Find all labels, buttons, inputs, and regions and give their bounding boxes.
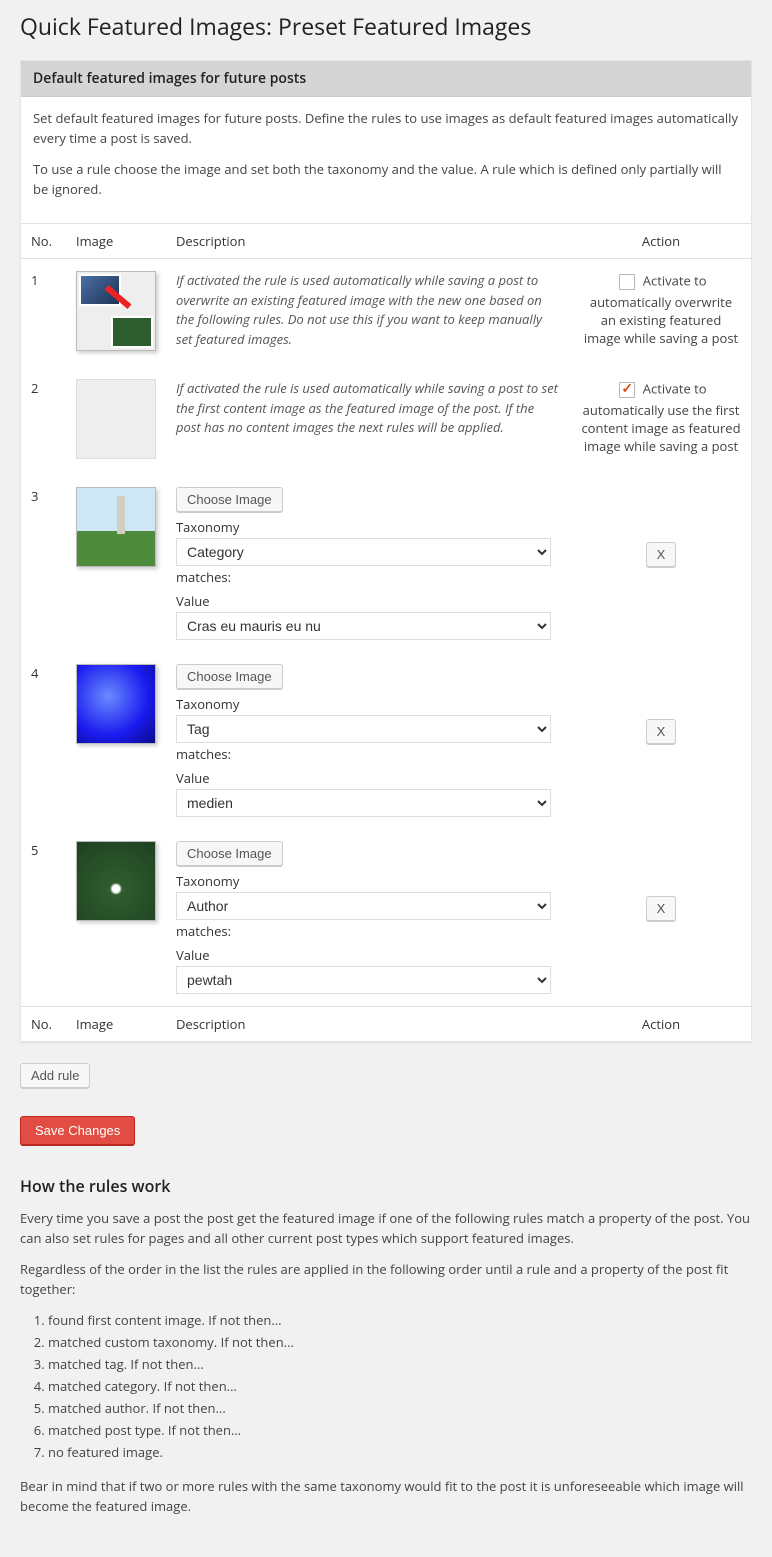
col-description: Description [166,224,571,259]
remove-rule-button[interactable]: X [646,719,677,744]
thumbnail-image [76,841,156,921]
intro-paragraph-1: Set default featured images for future p… [33,109,739,148]
how-rules-heading: How the rules work [20,1175,752,1197]
col-no: No. [21,224,66,259]
rule-description: If activated the rule is used automatica… [166,259,571,368]
list-item: no featured image. [48,1443,752,1461]
overwrite-checkbox[interactable] [619,274,635,290]
rule-description: If activated the rule is used automatica… [166,367,571,475]
value-select[interactable]: pewtah [176,966,551,994]
taxonomy-select[interactable]: Category [176,538,551,566]
thumbnail-overwrite [76,271,156,351]
matches-text: matches: [176,745,561,763]
how-paragraph-3: Bear in mind that if two or more rules w… [20,1477,752,1516]
taxonomy-label: Taxonomy [176,518,561,536]
first-content-checkbox[interactable] [619,382,635,398]
value-select[interactable]: medien [176,789,551,817]
taxonomy-label: Taxonomy [176,695,561,713]
row-number: 4 [21,652,66,829]
list-item: matched category. If not then... [48,1377,752,1395]
overwrite-checkbox-label: Activate to automatically overwrite an e… [584,271,738,347]
add-rule-button[interactable]: Add rule [20,1063,90,1088]
value-label: Value [176,946,561,964]
page-title: Quick Featured Images: Preset Featured I… [0,10,772,42]
list-item: matched author. If not then... [48,1399,752,1417]
rules-table: No. Image Description Action 1 If activa… [21,223,751,1042]
row-number: 2 [21,367,66,475]
col-description-footer: Description [166,1007,571,1042]
choose-image-button[interactable]: Choose Image [176,841,283,866]
choose-image-button[interactable]: Choose Image [176,664,283,689]
list-item: matched post type. If not then... [48,1421,752,1439]
taxonomy-select[interactable]: Author [176,892,551,920]
thumbnail-first-content [76,379,156,459]
panel-header: Default featured images for future posts [21,61,751,97]
col-action: Action [571,224,751,259]
col-image-footer: Image [66,1007,166,1042]
rule-order-list: found first content image. If not then..… [48,1311,752,1461]
value-select[interactable]: Cras eu mauris eu nu [176,612,551,640]
how-paragraph-2: Regardless of the order in the list the … [20,1260,752,1299]
thumbnail-image [76,487,156,567]
taxonomy-select[interactable]: Tag [176,715,551,743]
list-item: matched tag. If not then... [48,1355,752,1373]
how-paragraph-1: Every time you save a post the post get … [20,1209,752,1248]
table-row: 2 If activated the rule is used automati… [21,367,751,475]
table-row: 5 Choose Image Taxonomy Author matches: … [21,829,751,1007]
value-label: Value [176,592,561,610]
row-number: 5 [21,829,66,1007]
row-number: 3 [21,475,66,652]
choose-image-button[interactable]: Choose Image [176,487,283,512]
save-changes-button[interactable]: Save Changes [20,1116,135,1145]
col-no-footer: No. [21,1007,66,1042]
remove-rule-button[interactable]: X [646,542,677,567]
intro-paragraph-2: To use a rule choose the image and set b… [33,160,739,199]
matches-text: matches: [176,568,561,586]
settings-panel: Default featured images for future posts… [20,60,752,1043]
table-row: 4 Choose Image Taxonomy Tag matches: Val… [21,652,751,829]
remove-rule-button[interactable]: X [646,896,677,921]
action-label: Activate to automatically use the first … [581,379,741,456]
thumbnail-image [76,664,156,744]
list-item: matched custom taxonomy. If not then... [48,1333,752,1351]
table-row: 1 If activated the rule is used automati… [21,259,751,368]
col-image: Image [66,224,166,259]
col-action-footer: Action [571,1007,751,1042]
first-content-checkbox-label: Activate to automatically use the first … [581,379,740,455]
taxonomy-label: Taxonomy [176,872,561,890]
value-label: Value [176,769,561,787]
action-label: Activate to automatically overwrite an e… [581,271,741,348]
matches-text: matches: [176,922,561,940]
list-item: found first content image. If not then..… [48,1311,752,1329]
table-row: 3 Choose Image Taxonomy Category matches… [21,475,751,652]
row-number: 1 [21,259,66,368]
